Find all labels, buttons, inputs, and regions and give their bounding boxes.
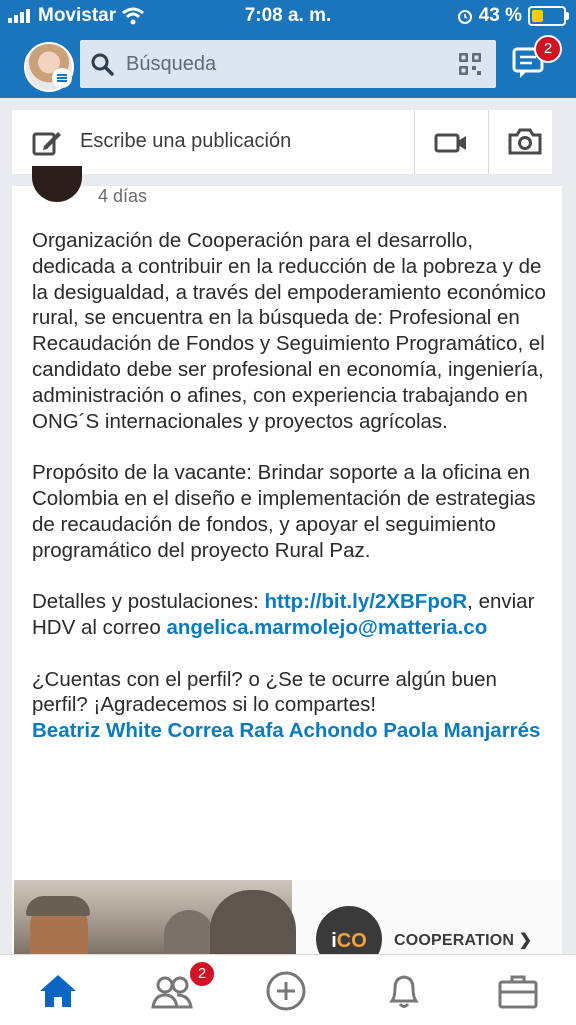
details-link[interactable]: http://bit.ly/2XBFpoR bbox=[264, 590, 467, 613]
mentions[interactable]: Beatriz White Correa Rafa Achondo Paola … bbox=[32, 718, 552, 744]
post-paragraph: Organización de Cooperación para el desa… bbox=[32, 229, 546, 433]
search-placeholder: Búsqueda bbox=[126, 53, 217, 75]
battery-icon bbox=[528, 6, 569, 26]
search-input[interactable]: Búsqueda bbox=[80, 40, 496, 88]
post-plus-icon[interactable] bbox=[264, 971, 308, 1011]
bottom-nav bbox=[0, 954, 576, 1025]
status-right: 43 % bbox=[457, 5, 569, 27]
search-icon bbox=[91, 53, 114, 76]
home-icon[interactable] bbox=[36, 971, 80, 1011]
status-bar: Movistar 7:08 a. m. 43 % bbox=[0, 0, 576, 32]
edit-icon bbox=[32, 132, 61, 156]
jobs-icon[interactable] bbox=[496, 971, 540, 1011]
battery-percent: 43 % bbox=[478, 5, 522, 26]
post-details: Detalles y postulaciones: http://bit.ly/… bbox=[32, 589, 552, 641]
qr-code-icon[interactable] bbox=[458, 52, 482, 76]
preview-cta[interactable]: COOPERATION ❯ bbox=[394, 930, 532, 950]
feed-post: 4 días Organización de Cooperación para … bbox=[12, 166, 562, 966]
post-age: 4 días bbox=[98, 186, 148, 206]
author-avatar[interactable] bbox=[32, 166, 82, 202]
camera-icon[interactable] bbox=[508, 126, 542, 156]
divider bbox=[414, 110, 415, 174]
messages-badge: 2 bbox=[534, 35, 562, 63]
details-prefix: Detalles y postulaciones: bbox=[32, 590, 265, 614]
video-camera-icon[interactable] bbox=[434, 128, 468, 158]
post-body: Organización de Cooperación para el desa… bbox=[32, 228, 552, 744]
alarm-icon bbox=[457, 10, 472, 24]
composer-label: Escribe una publicación bbox=[80, 130, 292, 152]
network-badge: 2 bbox=[188, 960, 216, 988]
menu-icon[interactable] bbox=[52, 68, 72, 88]
post-paragraph: Propósito de la vacante: Brindar soporte… bbox=[32, 461, 536, 562]
notifications-icon[interactable] bbox=[382, 971, 426, 1011]
post-composer[interactable]: Escribe una publicación bbox=[12, 110, 552, 174]
post-question: ¿Cuentas con el perfil? o ¿Se te ocurre … bbox=[32, 667, 497, 717]
email-link[interactable]: angelica.marmolejo@matteria.co bbox=[166, 616, 487, 639]
divider bbox=[488, 110, 489, 174]
